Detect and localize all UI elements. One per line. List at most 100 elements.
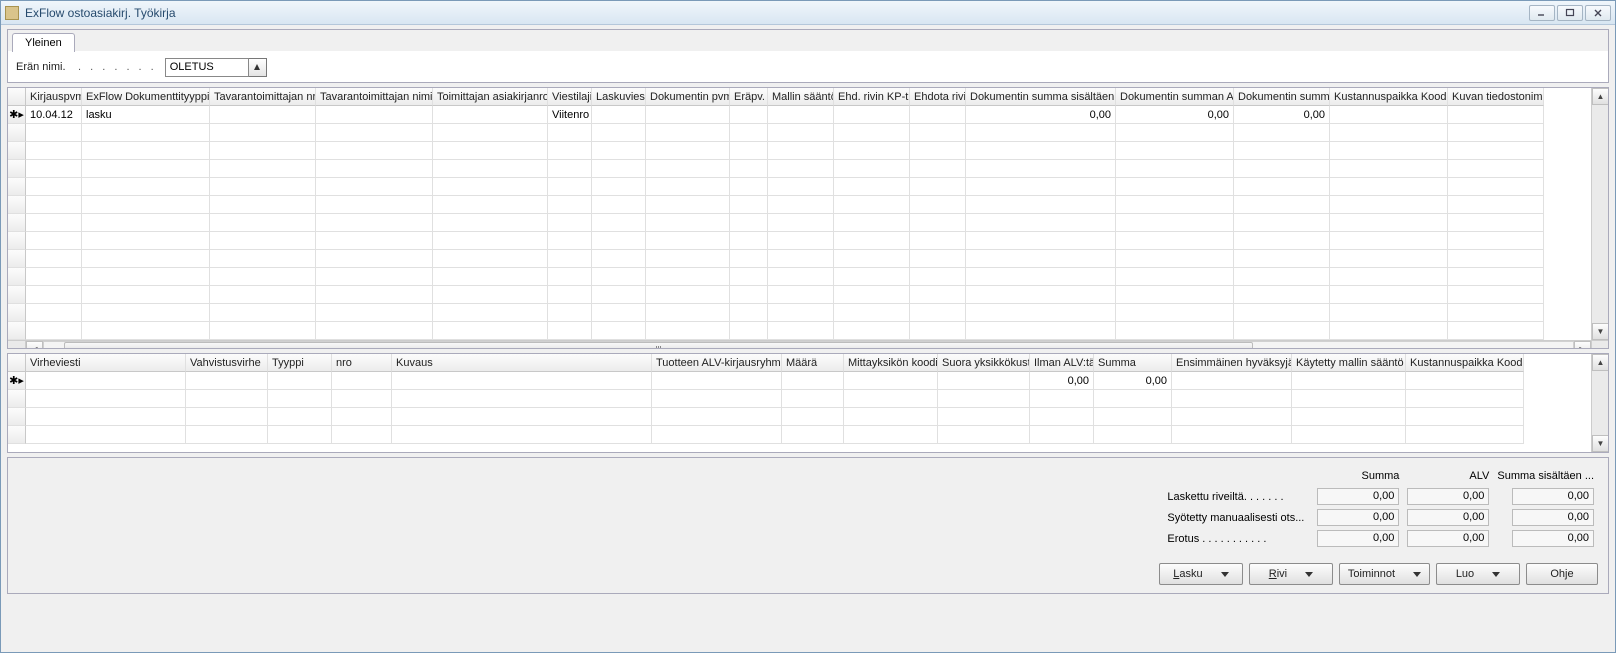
empty-cell[interactable]: [646, 232, 730, 250]
empty-cell[interactable]: [26, 250, 82, 268]
empty-cell[interactable]: [782, 426, 844, 444]
empty-cell[interactable]: [768, 142, 834, 160]
empty-cell[interactable]: [592, 178, 646, 196]
cell-virheviesti[interactable]: [26, 372, 186, 390]
row-selector[interactable]: [8, 304, 26, 322]
empty-cell[interactable]: [82, 232, 210, 250]
empty-cell[interactable]: [646, 196, 730, 214]
empty-cell[interactable]: [433, 304, 548, 322]
empty-cell[interactable]: [910, 250, 966, 268]
horizontal-scrollbar[interactable]: ◀ ▶: [8, 340, 1608, 349]
col-dok-summa-incl[interactable]: Dokumentin summa sisältäen ALV: [966, 88, 1116, 106]
empty-cell[interactable]: [1030, 390, 1094, 408]
empty-cell[interactable]: [316, 268, 433, 286]
empty-cell[interactable]: [82, 286, 210, 304]
empty-cell[interactable]: [1234, 286, 1330, 304]
cell-ehd-kptili[interactable]: [834, 106, 910, 124]
empty-cell[interactable]: [768, 322, 834, 340]
row-selector[interactable]: [8, 232, 26, 250]
empty-cell[interactable]: [1030, 426, 1094, 444]
empty-cell[interactable]: [433, 322, 548, 340]
empty-cell[interactable]: [1292, 390, 1406, 408]
luo-button[interactable]: Luo: [1436, 563, 1520, 585]
rivi-button[interactable]: Rivi: [1249, 563, 1333, 585]
minimize-button[interactable]: [1529, 5, 1555, 21]
cell-mallin-saanto[interactable]: [768, 106, 834, 124]
empty-cell[interactable]: [730, 142, 768, 160]
cell-alv-ryhma[interactable]: [652, 372, 782, 390]
empty-cell[interactable]: [82, 142, 210, 160]
empty-cell[interactable]: [910, 124, 966, 142]
empty-cell[interactable]: [26, 426, 186, 444]
empty-cell[interactable]: [910, 214, 966, 232]
empty-cell[interactable]: [1330, 322, 1448, 340]
col-mallin-saanto[interactable]: Mallin sääntö: [768, 88, 834, 106]
empty-cell[interactable]: [938, 408, 1030, 426]
empty-cell[interactable]: [768, 232, 834, 250]
empty-cell[interactable]: [966, 268, 1116, 286]
empty-cell[interactable]: [1094, 390, 1172, 408]
empty-cell[interactable]: [1448, 268, 1544, 286]
empty-cell[interactable]: [210, 322, 316, 340]
empty-cell[interactable]: [1116, 268, 1234, 286]
empty-cell[interactable]: [1116, 178, 1234, 196]
empty-cell[interactable]: [26, 232, 82, 250]
cell-kaytetty-saanto[interactable]: [1292, 372, 1406, 390]
empty-cell[interactable]: [210, 160, 316, 178]
empty-cell[interactable]: [844, 426, 938, 444]
row-selector[interactable]: [8, 250, 26, 268]
empty-cell[interactable]: [966, 178, 1116, 196]
empty-cell[interactable]: [82, 250, 210, 268]
cell-nro[interactable]: [332, 372, 392, 390]
row-selector[interactable]: [8, 390, 26, 408]
empty-cell[interactable]: [82, 268, 210, 286]
empty-cell[interactable]: [966, 214, 1116, 232]
empty-cell[interactable]: [26, 142, 82, 160]
empty-cell[interactable]: [910, 142, 966, 160]
empty-cell[interactable]: [268, 390, 332, 408]
empty-cell[interactable]: [548, 178, 592, 196]
empty-cell[interactable]: [1448, 250, 1544, 268]
col-virheviesti[interactable]: Virheviesti: [26, 354, 186, 372]
row-selector[interactable]: [8, 286, 26, 304]
empty-cell[interactable]: [1330, 124, 1448, 142]
empty-cell[interactable]: [1406, 426, 1524, 444]
empty-cell[interactable]: [910, 286, 966, 304]
empty-cell[interactable]: [768, 304, 834, 322]
empty-cell[interactable]: [82, 196, 210, 214]
empty-cell[interactable]: [834, 304, 910, 322]
cell-kirjauspvm[interactable]: 10.04.12: [26, 106, 82, 124]
empty-cell[interactable]: [730, 268, 768, 286]
empty-cell[interactable]: [782, 408, 844, 426]
col-ilman-alv[interactable]: Ilman ALV:tä: [1030, 354, 1094, 372]
empty-cell[interactable]: [316, 322, 433, 340]
empty-cell[interactable]: [966, 232, 1116, 250]
empty-cell[interactable]: [1234, 304, 1330, 322]
empty-cell[interactable]: [316, 160, 433, 178]
empty-cell[interactable]: [186, 408, 268, 426]
col-toimittaja-nimi[interactable]: Tavarantoimittajan nimi: [316, 88, 433, 106]
empty-cell[interactable]: [592, 232, 646, 250]
empty-cell[interactable]: [433, 232, 548, 250]
batch-lookup-button[interactable]: [249, 58, 267, 77]
empty-cell[interactable]: [26, 408, 186, 426]
empty-cell[interactable]: [1234, 232, 1330, 250]
cell-mittayksikko[interactable]: [844, 372, 938, 390]
tab-yleinen[interactable]: Yleinen: [12, 33, 75, 52]
empty-cell[interactable]: [210, 214, 316, 232]
empty-cell[interactable]: [966, 124, 1116, 142]
empty-cell[interactable]: [26, 286, 82, 304]
empty-cell[interactable]: [316, 214, 433, 232]
col-ehdota-rivi[interactable]: Ehdota rivi: [910, 88, 966, 106]
col-summa[interactable]: Summa: [1094, 354, 1172, 372]
empty-cell[interactable]: [186, 390, 268, 408]
empty-cell[interactable]: [1234, 250, 1330, 268]
col-asiakirjanro[interactable]: Toimittajan asiakirjanro: [433, 88, 548, 106]
empty-cell[interactable]: [938, 390, 1030, 408]
empty-cell[interactable]: [1172, 390, 1292, 408]
empty-cell[interactable]: [82, 322, 210, 340]
empty-cell[interactable]: [548, 160, 592, 178]
empty-cell[interactable]: [433, 160, 548, 178]
scroll-down-icon[interactable]: ▼: [1592, 435, 1609, 452]
cell-toimittaja-nimi[interactable]: [316, 106, 433, 124]
